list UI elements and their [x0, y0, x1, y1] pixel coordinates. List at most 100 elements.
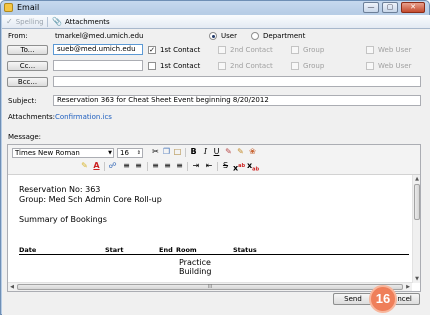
vertical-scroll-thumb[interactable] [414, 184, 420, 220]
spinner-arrows-icon: ⇕ [136, 150, 141, 156]
font-size-value: 16 [120, 149, 129, 157]
format-painter-icon[interactable]: ❀ [248, 148, 257, 157]
column-start: Start [105, 246, 124, 254]
cc-button[interactable]: Cc... [7, 61, 48, 71]
cc-group-label: Group [303, 62, 325, 70]
align-right-icon[interactable]: ≡ [175, 162, 184, 171]
cc-input[interactable] [53, 60, 143, 71]
bcc-input[interactable] [53, 76, 421, 87]
cc-first-contact-label: 1st Contact [160, 62, 201, 70]
to-button[interactable]: To... [7, 45, 48, 55]
spelling-button[interactable]: ✓ Spelling [6, 17, 44, 27]
eraser-icon[interactable]: ✎ [224, 148, 233, 157]
superscript-icon[interactable]: xab [233, 162, 245, 172]
from-label: From: [8, 32, 28, 40]
indent-icon[interactable]: ⇥ [191, 162, 201, 171]
to-input[interactable]: sueb@med.umich.edu [53, 44, 143, 55]
cc-second-contact-checkbox[interactable] [218, 62, 226, 70]
cc-group-checkbox[interactable] [291, 62, 299, 70]
outdent-icon[interactable]: ⇤ [204, 162, 214, 171]
align-center-icon[interactable]: ≡ [163, 162, 172, 171]
paperclip-icon: 📎 [52, 17, 62, 26]
column-room: Room [176, 246, 197, 254]
scroll-grip: III [207, 284, 213, 290]
to-first-contact-label: 1st Contact [160, 46, 201, 54]
paste-icon[interactable]: □ [173, 148, 182, 157]
attachments-label: Attachments [64, 18, 110, 26]
horizontal-scroll-thumb[interactable]: III [17, 284, 403, 290]
attachments-field-label: Attachments: [8, 113, 56, 121]
to-group-label: Group [303, 46, 325, 54]
to-group-checkbox[interactable] [291, 46, 299, 54]
close-button[interactable]: ✕ [401, 2, 425, 13]
scroll-right-icon[interactable]: ▶ [404, 283, 412, 291]
copy-icon[interactable]: ❐ [162, 148, 171, 157]
to-second-contact-checkbox[interactable] [218, 46, 226, 54]
font-color-icon[interactable]: A [92, 162, 101, 171]
insert-link-icon[interactable]: ☍ [108, 162, 117, 171]
cut-icon[interactable]: ✂ [151, 148, 160, 157]
attachments-button[interactable]: 📎 Attachments [52, 17, 110, 27]
user-radio[interactable] [209, 32, 217, 40]
department-radio[interactable] [251, 32, 259, 40]
scroll-up-icon[interactable]: ▲ [413, 175, 421, 183]
to-web-user-checkbox[interactable] [366, 46, 374, 54]
editor-separator [187, 162, 188, 171]
step-number-badge: 16 [369, 285, 397, 313]
horizontal-scrollbar[interactable]: ◀ III ▶ [8, 282, 412, 291]
message-line: Reservation No: 363 [19, 185, 101, 194]
message-line [19, 205, 412, 215]
align-left-icon[interactable]: ≡ [151, 162, 160, 171]
font-size-dropdown[interactable]: 16 ⇕ [117, 148, 143, 158]
bullet-list-icon[interactable]: ≡ [134, 162, 143, 171]
to-first-contact-checkbox[interactable]: ✓ [148, 46, 156, 54]
highlighter-icon[interactable]: ✎ [236, 148, 245, 157]
numbered-list-icon[interactable]: ≡ [122, 162, 131, 171]
email-toolbar: ✓ Spelling 📎 Attachments [2, 15, 430, 29]
subject-input[interactable]: Reservation 363 for Cheat Sheet Event be… [53, 95, 421, 106]
maximize-button[interactable]: ▢ [382, 2, 398, 13]
table-cell: Building [179, 267, 212, 276]
scroll-down-icon[interactable]: ▼ [413, 275, 421, 283]
italic-icon[interactable]: I [201, 148, 210, 157]
highlight-color-icon[interactable]: ✎ [80, 162, 89, 171]
font-family-dropdown[interactable]: Times New Roman ▼ [12, 148, 114, 158]
email-form: From: tmarkel@med.umich.edu User Departm… [2, 29, 430, 315]
vertical-scrollbar[interactable]: ▲ ▼ [412, 175, 420, 283]
message-body[interactable]: Reservation No: 363 Group: Med Sch Admin… [8, 175, 412, 283]
editor-separator [147, 162, 148, 171]
subject-label: Subject: [8, 97, 37, 105]
title-bar: Email — ▢ ✕ [1, 1, 429, 15]
table-cell: Practice [179, 258, 211, 267]
column-end: End [159, 246, 173, 254]
cc-web-user-label: Web User [378, 62, 412, 70]
spelling-label: Spelling [15, 18, 44, 26]
column-status: Status [233, 246, 257, 254]
email-window: Email — ▢ ✕ ✓ Spelling 📎 Attachments Fro… [0, 0, 430, 315]
subscript-icon[interactable]: xab [247, 162, 259, 173]
department-radio-label: Department [263, 32, 306, 40]
editor-separator [185, 148, 186, 157]
user-radio-label: User [221, 32, 237, 40]
message-line: Group: Med Sch Admin Core Roll-up [19, 195, 162, 204]
bookings-table-header: Date Start End Room Status [19, 246, 409, 255]
editor-separator [104, 162, 105, 171]
send-button[interactable]: Send [333, 293, 373, 305]
font-family-value: Times New Roman [15, 149, 80, 157]
underline-icon[interactable]: U [212, 148, 221, 157]
minimize-button[interactable]: — [363, 2, 379, 13]
message-editor[interactable]: Times New Roman ▼ 16 ⇕ ✂ ❐ □ B I U ✎ ✎ ❀… [7, 144, 421, 292]
bcc-button[interactable]: Bcc... [7, 77, 48, 87]
cc-first-contact-checkbox[interactable] [148, 62, 156, 70]
bold-icon[interactable]: B [189, 148, 198, 157]
cc-web-user-checkbox[interactable] [366, 62, 374, 70]
attachment-link[interactable]: Confirmation.ics [55, 113, 112, 121]
chevron-down-icon: ▼ [108, 150, 112, 156]
spellcheck-icon: ✓ [6, 17, 13, 26]
cc-second-contact-label: 2nd Contact [230, 62, 273, 70]
toolbar-separator [47, 17, 48, 27]
scroll-left-icon[interactable]: ◀ [8, 283, 16, 291]
editor-toolbar: Times New Roman ▼ 16 ⇕ ✂ ❐ □ B I U ✎ ✎ ❀… [8, 145, 420, 175]
strikethrough-icon[interactable]: S [221, 162, 230, 171]
to-web-user-label: Web User [378, 46, 412, 54]
